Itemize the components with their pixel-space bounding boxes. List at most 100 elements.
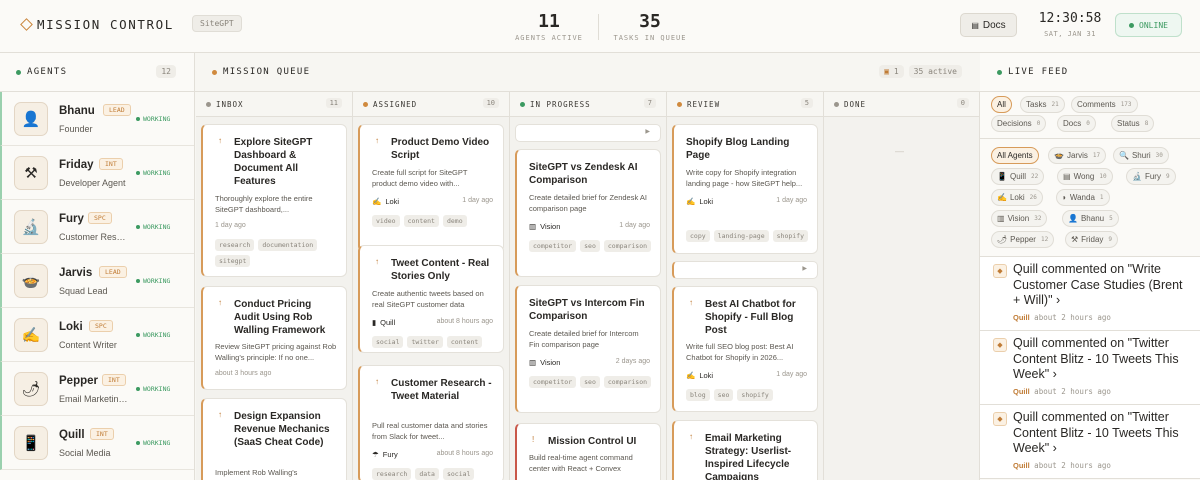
filter-count: 21 — [1051, 101, 1059, 108]
agent-filter-fury[interactable]: 🔬 Fury 9 — [1126, 168, 1176, 185]
feed-filter-docs[interactable]: Docs 0 — [1057, 115, 1096, 132]
queue-box-count[interactable]: ▣ 1 — [879, 65, 904, 78]
task-card[interactable]: ↑ Product Demo Video Script Create full sc… — [358, 124, 504, 252]
collapsed-task-card[interactable]: ▶ — [515, 124, 661, 142]
agent-avatar-icon: 🔬 — [1132, 172, 1142, 181]
task-card[interactable]: ↑ Explore SiteGPT Dashboard & Document Al… — [201, 124, 347, 277]
task-time: about 8 hours ago — [436, 450, 493, 457]
task-card[interactable]: ! Mission Control UI Build real-time agent… — [515, 423, 661, 480]
task-tag[interactable]: video — [372, 215, 400, 227]
task-tag[interactable]: shopify — [772, 230, 809, 242]
priority-icon: ! — [532, 435, 535, 444]
queue-header: MISSION QUEUE ▣ 1 35 active — [195, 53, 980, 92]
task-tag[interactable]: documentation — [258, 239, 318, 251]
agent-row-loki[interactable]: ✍ Loki SPC Content Writer WORKING — [0, 308, 194, 362]
agent-filter-vision[interactable]: ▥ Vision 32 — [991, 210, 1048, 227]
agent-filter-bhanu[interactable]: 👤 Bhanu 5 — [1062, 210, 1119, 227]
agent-filter-wong[interactable]: ▤ Wong 10 — [1057, 168, 1113, 185]
tasks-queue-label: TASKS IN QUEUE — [613, 34, 687, 42]
task-card[interactable]: SiteGPT vs Intercom Fin Comparison Create… — [515, 285, 661, 413]
feed-filter-status[interactable]: Status 8 — [1111, 115, 1155, 132]
task-card[interactable]: ↑ Conduct Pricing Audit Using Rob Walling… — [201, 286, 347, 390]
task-card[interactable]: ↑ Best AI Chatbot for Shopify - Full Blog… — [672, 286, 818, 412]
agent-row-jarvis[interactable]: 🍲 Jarvis LEAD Squad Lead WORKING — [0, 254, 194, 308]
task-title: Shopify Blog Landing Page — [686, 137, 790, 161]
online-status[interactable]: ONLINE — [1115, 13, 1182, 37]
task-tag[interactable]: competitor — [529, 240, 577, 252]
comment-icon: ◆ — [993, 264, 1007, 278]
task-card[interactable]: Shopify Blog Landing Page Write copy for … — [672, 124, 818, 254]
agent-badge: LEAD — [99, 266, 127, 278]
task-title: Conduct Pricing Audit Using Rob Walling … — [234, 299, 326, 336]
agent-avatar-icon: ✍ — [686, 197, 696, 206]
docs-button[interactable]: ▤ Docs — [960, 13, 1017, 37]
feed-item[interactable]: ◆ Quill commented on "Twitter Content Bli… — [980, 405, 1200, 479]
task-tag[interactable]: shopify — [737, 389, 773, 401]
task-tag[interactable]: social — [372, 336, 404, 348]
task-tag[interactable]: blog — [686, 389, 710, 401]
agent-row-fury[interactable]: 🔬 Fury SPC Customer Rese... WORKING — [0, 200, 194, 254]
task-tag[interactable]: research — [372, 468, 412, 480]
agent-filter-jarvis[interactable]: 🍲 Jarvis 17 — [1048, 147, 1107, 164]
agent-row-friday[interactable]: ⚒ Friday INT Developer Agent WORKING — [0, 146, 194, 200]
task-tag[interactable]: copy — [686, 230, 710, 242]
task-tag[interactable]: seo — [580, 240, 600, 252]
feed-item[interactable]: ◆ Quill commented on "Write Customer Case… — [980, 257, 1200, 331]
task-tag[interactable]: content — [446, 336, 483, 348]
task-tag[interactable]: data — [415, 468, 439, 480]
agent-row-bhanu[interactable]: 👤 Bhanu LEAD Founder WORKING — [0, 92, 194, 146]
task-description: Create authentic tweets based on real Si… — [372, 289, 484, 309]
task-tag[interactable]: social — [442, 468, 475, 480]
agent-filter-shuri[interactable]: 🔍 Shuri 30 — [1113, 147, 1169, 164]
task-tag[interactable]: sitegpt — [215, 255, 251, 267]
agent-filter-loki[interactable]: ✍ Loki 26 — [991, 189, 1043, 206]
agent-row-quill[interactable]: 📱 Quill INT Social Media WORKING — [0, 416, 194, 470]
feed-item[interactable]: ◆ Quill commented on "Twitter Content Bli… — [980, 331, 1200, 405]
column-header-review: REVIEW 5 — [667, 92, 824, 117]
status-dot-icon — [136, 333, 140, 337]
task-title: Tweet Content - Real Stories Only — [391, 258, 490, 282]
feed-filter-comments[interactable]: Comments 173 — [1071, 96, 1138, 113]
task-tag[interactable]: comparison — [603, 240, 652, 252]
feed-filter-tasks[interactable]: Tasks 21 — [1020, 96, 1065, 113]
task-card[interactable]: ↑ Design Expansion Revenue Mechanics (Saa… — [201, 398, 347, 480]
task-description: Create detailed brief for Intercom Fin c… — [529, 329, 639, 349]
task-tag[interactable]: seo — [713, 389, 734, 401]
filter-count: 9 — [1165, 173, 1170, 180]
task-tag[interactable]: research — [215, 239, 255, 251]
filter-count: 26 — [1029, 194, 1037, 201]
feed-filter-decisions[interactable]: Decisions 0 — [991, 115, 1047, 132]
task-tag[interactable]: comparison — [603, 376, 652, 388]
task-time: about 3 hours ago — [215, 370, 272, 377]
feed-header: LIVE FEED — [980, 53, 1200, 92]
agent-filter-pepper[interactable]: 🌶 Pepper 12 — [991, 231, 1055, 248]
arrow-up-icon: ↑ — [218, 136, 222, 145]
column-label: ASSIGNED — [373, 99, 418, 109]
agent-filter-all-agents[interactable]: All Agents — [991, 147, 1039, 164]
task-card[interactable]: ↑ Customer Research - Tweet Material Pull … — [358, 365, 504, 480]
filter-label: Pepper — [1010, 235, 1036, 244]
task-tag[interactable]: competitor — [529, 376, 577, 388]
task-tag[interactable]: content — [403, 215, 439, 227]
task-tag[interactable]: twitter — [407, 336, 443, 348]
task-tag[interactable]: seo — [580, 376, 600, 388]
agent-filter-friday[interactable]: ⚒ Friday 9 — [1065, 231, 1119, 248]
task-tag[interactable]: demo — [442, 215, 467, 227]
task-assignee-name: Loki — [699, 371, 714, 380]
agent-filter-wanda[interactable]: ◗ Wanda 1 — [1056, 189, 1110, 206]
workspace-chip[interactable]: SiteGPT — [192, 15, 242, 32]
agent-avatar-icon: 🔍 — [1119, 151, 1129, 160]
task-card[interactable]: SiteGPT vs Zendesk AI Comparison Create d… — [515, 149, 661, 277]
task-card[interactable]: ↑ Email Marketing Strategy: Userlist-Insp… — [672, 420, 818, 480]
task-tags: blog seo shopify — [686, 389, 814, 401]
task-tag[interactable]: landing-page — [713, 230, 769, 242]
filter-label: Shuri — [1131, 151, 1151, 160]
filter-count: 0 — [1036, 120, 1041, 127]
agent-filter-quill[interactable]: 📱 Quill 22 — [991, 168, 1045, 185]
feed-item-time: about 2 hours ago — [1029, 313, 1111, 322]
feed-divider — [980, 138, 1200, 139]
task-card[interactable]: ↑ Tweet Content - Real Stories Only Create… — [358, 245, 504, 353]
feed-filter-all[interactable]: All — [991, 96, 1012, 113]
collapsed-task-card[interactable]: ▶ — [672, 261, 818, 279]
agent-row-pepper[interactable]: 🌶 Pepper INT Email Marketing... WORKING — [0, 362, 194, 416]
